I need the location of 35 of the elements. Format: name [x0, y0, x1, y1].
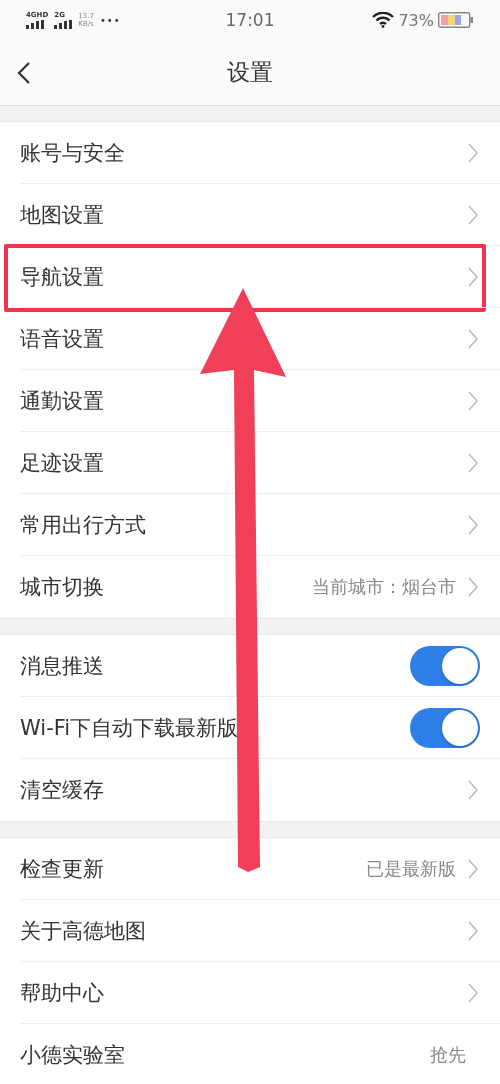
more-indicator: •••: [99, 14, 121, 26]
toggle-switch[interactable]: [410, 708, 480, 748]
chevron-icon: [468, 859, 478, 879]
settings-row[interactable]: 清空缓存: [0, 759, 500, 821]
settings-row[interactable]: 小德实验室 抢先: [0, 1024, 500, 1084]
chevron-icon: [468, 391, 478, 411]
chevron-icon: [468, 577, 478, 597]
chevron-icon: [468, 983, 478, 1003]
chevron-icon: [468, 921, 478, 941]
chevron-icon: [468, 205, 478, 225]
wifi-icon: [372, 12, 395, 28]
chevron-icon: [468, 143, 478, 163]
settings-row[interactable]: 账号与安全: [0, 122, 500, 184]
clock-time: 17:01: [224, 10, 276, 30]
chevron-icon: [468, 453, 478, 473]
settings-row[interactable]: 检查更新 已是最新版: [0, 838, 500, 900]
settings-row[interactable]: 城市切换 当前城市：烟台市: [0, 556, 500, 618]
chevron-icon: [468, 267, 478, 287]
settings-row[interactable]: 帮助中心: [0, 962, 500, 1024]
settings-row[interactable]: 导航设置: [0, 246, 500, 308]
battery-icon: [438, 12, 474, 28]
signal-icon: [26, 20, 44, 29]
toggle-switch[interactable]: [410, 646, 480, 686]
back-icon[interactable]: [17, 61, 31, 85]
battery-percent: 73%: [398, 10, 434, 30]
settings-row[interactable]: 足迹设置: [0, 432, 500, 494]
chevron-icon: [468, 780, 478, 800]
page-title: 设置: [227, 58, 273, 87]
settings-row[interactable]: 地图设置: [0, 184, 500, 246]
settings-row[interactable]: 常用出行方式: [0, 494, 500, 556]
chevron-icon: [468, 329, 478, 349]
signal-icon: [54, 20, 73, 29]
settings-row[interactable]: 关于高德地图: [0, 900, 500, 962]
chevron-icon: [468, 515, 478, 535]
settings-row[interactable]: 通勤设置: [0, 370, 500, 432]
